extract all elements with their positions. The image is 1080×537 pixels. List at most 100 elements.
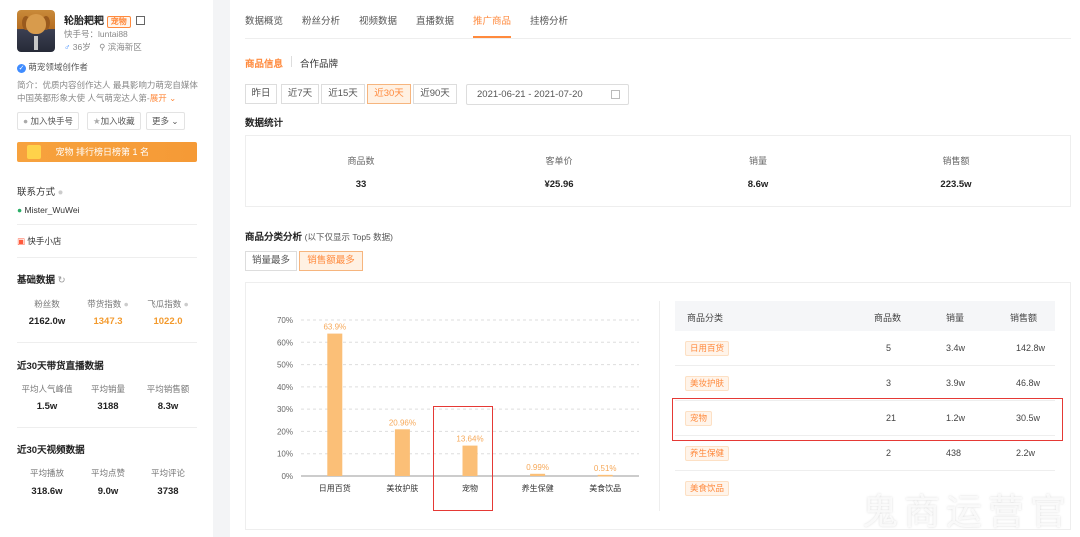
table-header: 商品分类 商品数 销量 销售额 — [675, 301, 1055, 331]
refresh-icon[interactable]: ↻ — [58, 275, 66, 286]
y-tick-label: 40% — [277, 383, 293, 392]
col-goods-count: 商品数 — [874, 313, 902, 323]
profile-intro: 简介：优质内容创作达人 最具影响力萌宠自媒体 中国英都形象大使 人气萌宠达人第-… — [17, 80, 198, 103]
kuaishou-id: 快手号：luntai88 — [64, 29, 128, 39]
summary-sales-label: 销量 — [748, 156, 767, 166]
sort-by-sales[interactable]: 销量最多 — [245, 251, 297, 271]
sort-by-revenue[interactable]: 销售额最多 — [299, 251, 363, 271]
goods-index-label: 带货指数 ● — [87, 299, 129, 309]
live-peak-value: 1.5w — [36, 401, 58, 412]
summary-sales: 8.6w — [747, 179, 769, 190]
y-tick-label: 70% — [277, 316, 293, 325]
period-7d[interactable]: 近7天 — [281, 84, 319, 104]
video-like-label: 平均点赞 — [90, 468, 125, 478]
tab-live[interactable]: 直播数据 — [416, 13, 454, 27]
calendar-icon — [611, 90, 620, 99]
category-tag[interactable]: 美食饮品 — [685, 481, 730, 496]
x-tick-label: 美食饮品 — [589, 483, 621, 493]
x-tick-label: 美妆护肤 — [386, 483, 418, 493]
y-tick-label: 30% — [277, 405, 293, 414]
category-title: 商品分类分析 (以下仅显示 Top5 数据) — [245, 232, 393, 243]
profile-name: 轮胎耙耙 宠物 — [64, 12, 145, 28]
video-play-value: 318.6w — [31, 486, 63, 497]
summary-box: 商品数 客单价 销量 销售额 33 ¥25.96 8.6w 223.5w — [245, 135, 1071, 207]
add-icon: ● — [23, 116, 29, 126]
video-comment-label: 平均评论 — [150, 468, 185, 478]
col-revenue: 销售额 — [1010, 313, 1038, 323]
qr-icon[interactable] — [135, 16, 145, 25]
tab-overview[interactable]: 数据概览 — [245, 13, 283, 27]
bar-data-label: 0.51% — [594, 464, 617, 473]
basic-data-title: 基础数据 ↻ — [17, 275, 66, 286]
more-button[interactable]: 更多 ⌄ — [146, 112, 185, 130]
period-90d[interactable]: 近90天 — [413, 84, 457, 104]
video-play-label: 平均播放 — [29, 468, 64, 478]
bar — [327, 333, 343, 476]
live-sales-label: 平均销量 — [90, 384, 125, 394]
star-icon: ★ — [93, 116, 101, 126]
feigua-index-value: 1022.0 — [153, 316, 183, 327]
bar-data-label: 0.99% — [526, 463, 549, 472]
table-cell: 3 — [886, 378, 892, 388]
tab-video[interactable]: 视频数据 — [359, 13, 397, 27]
y-tick-label: 50% — [277, 361, 293, 370]
table-cell: 3.4w — [946, 343, 966, 353]
period-30d[interactable]: 近30天 — [367, 84, 411, 104]
summary-unit-price: ¥25.96 — [544, 179, 574, 190]
subtab-brands[interactable]: 合作品牌 — [300, 56, 338, 70]
live-peak-label: 平均人气峰值 — [21, 384, 73, 394]
info-icon: ● — [57, 187, 64, 198]
profile-meta: ♂ 36岁 ⚲ 滨海新区 — [64, 42, 142, 52]
summary-goods-count: 33 — [355, 179, 367, 190]
category-tag[interactable]: 养生保健 — [685, 446, 730, 461]
period-15d[interactable]: 近15天 — [321, 84, 365, 104]
table-cell: 2 — [886, 448, 892, 458]
category-tag[interactable]: 美妆护肤 — [685, 376, 730, 391]
bar — [597, 474, 613, 477]
goods-index-value: 1347.3 — [93, 316, 123, 327]
summary-unit-price-label: 客单价 — [545, 156, 573, 166]
col-category: 商品分类 — [687, 313, 724, 323]
date-range-picker[interactable]: 2021-06-21 - 2021-07-20 — [466, 84, 629, 105]
y-tick-label: 60% — [277, 338, 293, 347]
summary-goods-count-label: 商品数 — [347, 156, 375, 166]
wechat-icon: ● — [17, 205, 23, 215]
tab-fans[interactable]: 粉丝分析 — [302, 13, 340, 27]
table-cell: 46.8w — [1016, 378, 1041, 388]
expand-link[interactable]: 展开 — [150, 93, 167, 103]
avatar[interactable] — [17, 10, 55, 52]
chevron-down-icon: ⌄ — [171, 116, 179, 126]
rank-banner[interactable]: 宠物 排行榜日榜第 1 名 — [17, 142, 197, 162]
bar — [394, 429, 410, 476]
video-like-value: 9.0w — [97, 486, 119, 497]
profile-sidebar: 轮胎耙耙 宠物 快手号：luntai88 ♂ 36岁 ⚲ 滨海新区 ✓ 萌宠领域… — [0, 0, 213, 537]
verified-icon: ✓ — [17, 64, 26, 73]
main-panel: 数据概览 粉丝分析 视频数据 直播数据 推广商品 挂榜分析 商品信息 合作品牌 … — [230, 0, 1080, 537]
fans-value: 2162.0w — [28, 316, 66, 327]
contact-title: 联系方式 ● — [17, 187, 64, 198]
wechat-line: ● Mister_WuWei — [17, 205, 80, 215]
bar — [530, 473, 546, 476]
location-icon: ⚲ — [99, 42, 106, 52]
shop-icon: ▣ — [17, 236, 26, 246]
trophy-icon — [27, 145, 41, 159]
y-tick-label: 0% — [281, 472, 293, 481]
summary-revenue: 223.5w — [940, 179, 972, 190]
video30-title: 近30天视频数据 — [17, 445, 85, 456]
y-tick-label: 20% — [277, 427, 293, 436]
x-tick-label: 日用百货 — [319, 483, 351, 493]
table-cell: 2.2w — [1016, 448, 1036, 458]
add-favorite-button[interactable]: ★加入收藏 — [87, 112, 141, 130]
male-icon: ♂ — [64, 42, 71, 52]
category-tag[interactable]: 日用百货 — [685, 341, 730, 356]
period-yesterday[interactable]: 昨日 — [245, 84, 277, 104]
pet-tag: 宠物 — [106, 16, 131, 28]
tab-promoted-goods[interactable]: 推广商品 — [473, 13, 511, 27]
live-revenue-value: 8.3w — [157, 401, 179, 412]
shop-line[interactable]: ▣ 快手小店 — [17, 235, 61, 247]
subtab-goods-info[interactable]: 商品信息 — [245, 56, 283, 70]
add-kuaishou-button[interactable]: ● 加入快手号 — [17, 112, 80, 130]
x-tick-label: 养生保健 — [522, 483, 554, 493]
tab-ranking[interactable]: 挂榜分析 — [530, 13, 568, 27]
watermark: 鬼商运营官 — [861, 492, 1072, 533]
